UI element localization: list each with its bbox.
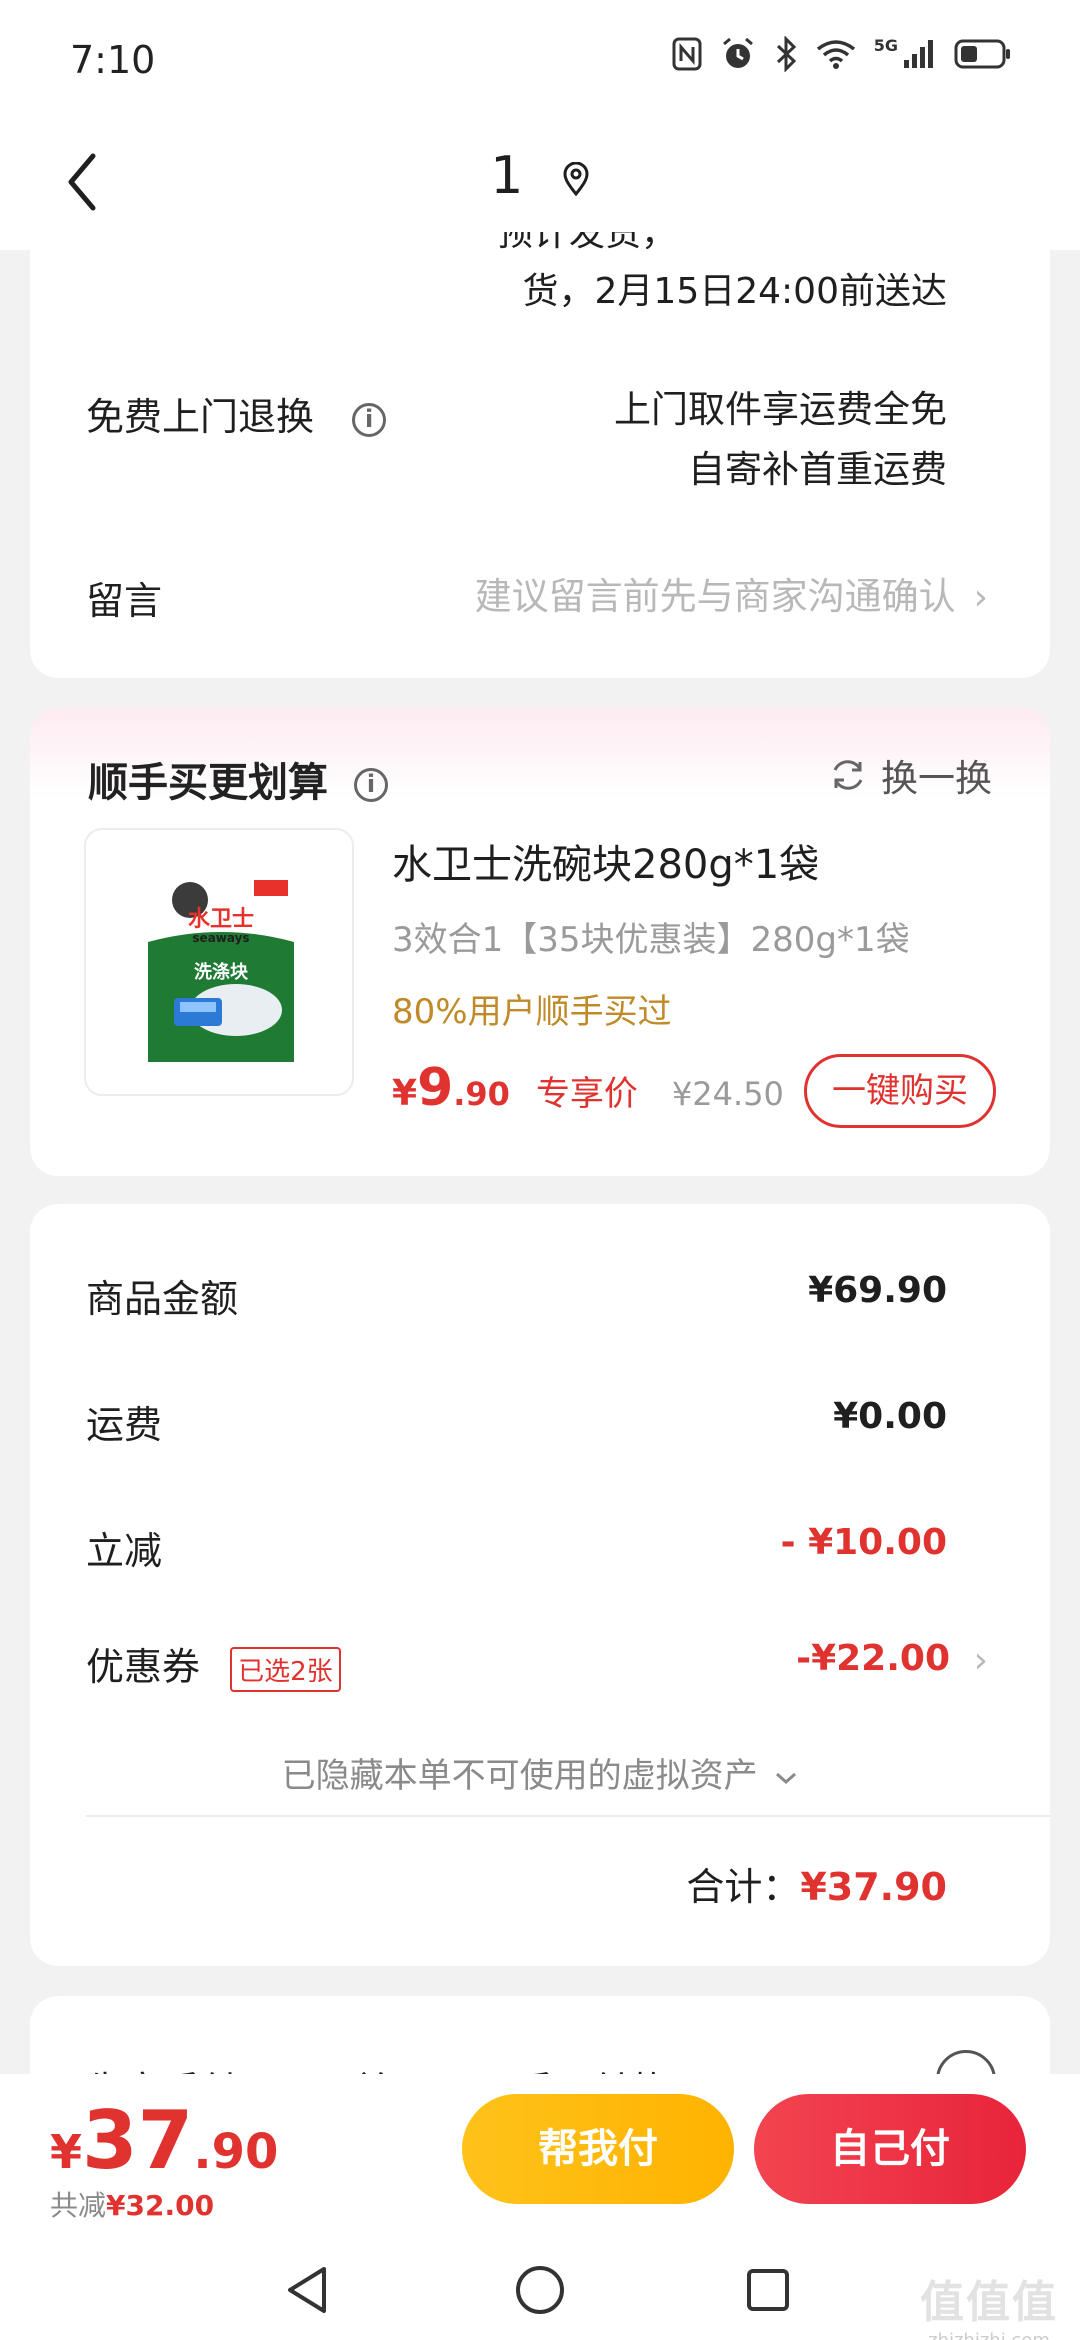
instant-discount-value: - ¥10.00 bbox=[780, 1522, 947, 1563]
package-brand-text: 水卫士 bbox=[188, 907, 254, 932]
total-value: ¥37.90 bbox=[800, 1865, 947, 1909]
chevron-down-icon bbox=[776, 1772, 797, 1784]
recommend-title-text: 顺手买更划算 bbox=[88, 760, 328, 806]
circle-home-icon bbox=[516, 2266, 564, 2314]
location-pin-icon bbox=[563, 162, 589, 196]
recommend-title: 顺手买更划算 i bbox=[88, 750, 388, 808]
delivery-estimate: 货，2月15日24:00前送达 bbox=[522, 271, 947, 312]
help-me-pay-button[interactable]: 帮我付 bbox=[462, 2094, 734, 2204]
signal-icon bbox=[904, 40, 933, 68]
nav-home-button[interactable] bbox=[504, 2254, 576, 2326]
pay-decimal: .90 bbox=[193, 2124, 279, 2180]
nav-back-button[interactable] bbox=[272, 2254, 344, 2326]
info-icon[interactable]: i bbox=[352, 402, 387, 437]
free-return-line2: 自寄补首重运费 bbox=[688, 448, 947, 491]
hidden-assets-toggle[interactable]: 已隐藏本单不可使用的虚拟资产 bbox=[0, 1748, 1080, 1797]
coupon-label: 优惠券 bbox=[86, 1645, 201, 1689]
free-return-label: 免费上门退换 i bbox=[86, 386, 387, 441]
message-label: 留言 bbox=[86, 579, 163, 623]
triangle-back-icon bbox=[288, 2267, 326, 2313]
product-image: 水卫士 seaways 洗涤块 bbox=[148, 872, 294, 1062]
package-brand-en-text: seaways bbox=[192, 931, 249, 945]
price-decimal: .90 bbox=[453, 1075, 510, 1113]
chevron-right-icon[interactable]: › bbox=[974, 1640, 988, 1681]
divider bbox=[86, 1815, 1050, 1817]
pay-amount: ¥ 37 .90 bbox=[50, 2094, 278, 2187]
price-tag: 专享价 bbox=[535, 1074, 638, 1114]
product-thumbnail[interactable]: 水卫士 seaways 洗涤块 bbox=[84, 828, 354, 1096]
delivery-cutoff-text: 预计发货， bbox=[497, 232, 678, 254]
address-title-text: 1 bbox=[490, 146, 524, 206]
refresh-icon bbox=[833, 760, 863, 790]
coupon-selected-badge: 已选2张 bbox=[230, 1647, 341, 1692]
product-name[interactable]: 水卫士洗碗块280g*1袋 bbox=[392, 832, 819, 890]
goods-amount-label: 商品金额 bbox=[86, 1277, 239, 1321]
saved-label: 共减 bbox=[50, 2189, 107, 2222]
battery-icon bbox=[954, 39, 1010, 69]
product-spec: 3效合1【35块优惠装】280g*1袋 bbox=[392, 920, 910, 960]
hidden-assets-text: 已隐藏本单不可使用的虚拟资产 bbox=[281, 1756, 758, 1796]
shipping-value: ¥0.00 bbox=[833, 1396, 947, 1437]
chevron-right-icon: › bbox=[973, 577, 988, 618]
pay-symbol: ¥ bbox=[50, 2125, 83, 2179]
message-placeholder: 建议留言前先与商家沟通确认 bbox=[474, 575, 956, 618]
instant-discount-label: 立减 bbox=[86, 1529, 163, 1573]
wifi-icon bbox=[816, 40, 855, 69]
price-symbol: ¥ bbox=[392, 1073, 418, 1114]
watermark-domain: zhizhizhi.com bbox=[920, 2330, 1058, 2340]
swap-label: 换一换 bbox=[881, 757, 992, 800]
shipping-label: 运费 bbox=[86, 1403, 163, 1447]
alarm-icon bbox=[722, 37, 753, 68]
coupon-value[interactable]: -¥22.00 bbox=[796, 1638, 950, 1679]
one-click-buy-button[interactable]: 一键购买 bbox=[804, 1054, 996, 1128]
watermark-logo-text: 值值值 bbox=[920, 2277, 1058, 2328]
total-saved: 共减¥32.00 bbox=[50, 2184, 214, 2224]
site-watermark: 值值值 zhizhizhi.com bbox=[920, 2266, 1058, 2340]
bluetooth-icon bbox=[776, 36, 796, 72]
free-return-line1: 上门取件享运费全免 bbox=[614, 388, 947, 431]
free-return-detail: 上门取件享运费全免 自寄补首重运费 bbox=[614, 380, 947, 500]
swap-button[interactable]: 换一换 bbox=[829, 748, 992, 802]
package-product-text: 洗涤块 bbox=[194, 961, 249, 983]
goods-amount-value: ¥69.90 bbox=[808, 1270, 947, 1311]
network-type: 5G bbox=[873, 35, 898, 55]
status-icons: 5G bbox=[672, 36, 1012, 72]
address-title[interactable]: 1 bbox=[0, 146, 1080, 206]
product-hint: 80%用户顺手买过 bbox=[392, 992, 672, 1032]
message-input[interactable]: 建议留言前先与商家沟通确认 › bbox=[475, 566, 988, 620]
square-recents-icon bbox=[747, 2269, 789, 2311]
pay-integer: 37 bbox=[82, 2094, 194, 2187]
product-price-line: ¥ 9 .90 专享价 ¥24.50 bbox=[392, 1058, 784, 1118]
price-integer: 9 bbox=[417, 1058, 454, 1118]
order-total: 合计：¥37.90 bbox=[686, 1856, 947, 1911]
saved-value: ¥32.00 bbox=[106, 2189, 215, 2222]
total-label: 合计： bbox=[686, 1865, 801, 1909]
status-time: 7:10 bbox=[70, 38, 156, 82]
info-icon[interactable]: i bbox=[353, 768, 388, 802]
nav-recents-button[interactable] bbox=[732, 2254, 804, 2326]
coupon-row[interactable]: 优惠券 已选2张 bbox=[86, 1636, 341, 1692]
original-price: ¥24.50 bbox=[671, 1075, 784, 1113]
nfc-icon bbox=[672, 37, 702, 71]
free-return-label-text: 免费上门退换 bbox=[86, 395, 315, 439]
pay-myself-button[interactable]: 自己付 bbox=[754, 2094, 1026, 2204]
